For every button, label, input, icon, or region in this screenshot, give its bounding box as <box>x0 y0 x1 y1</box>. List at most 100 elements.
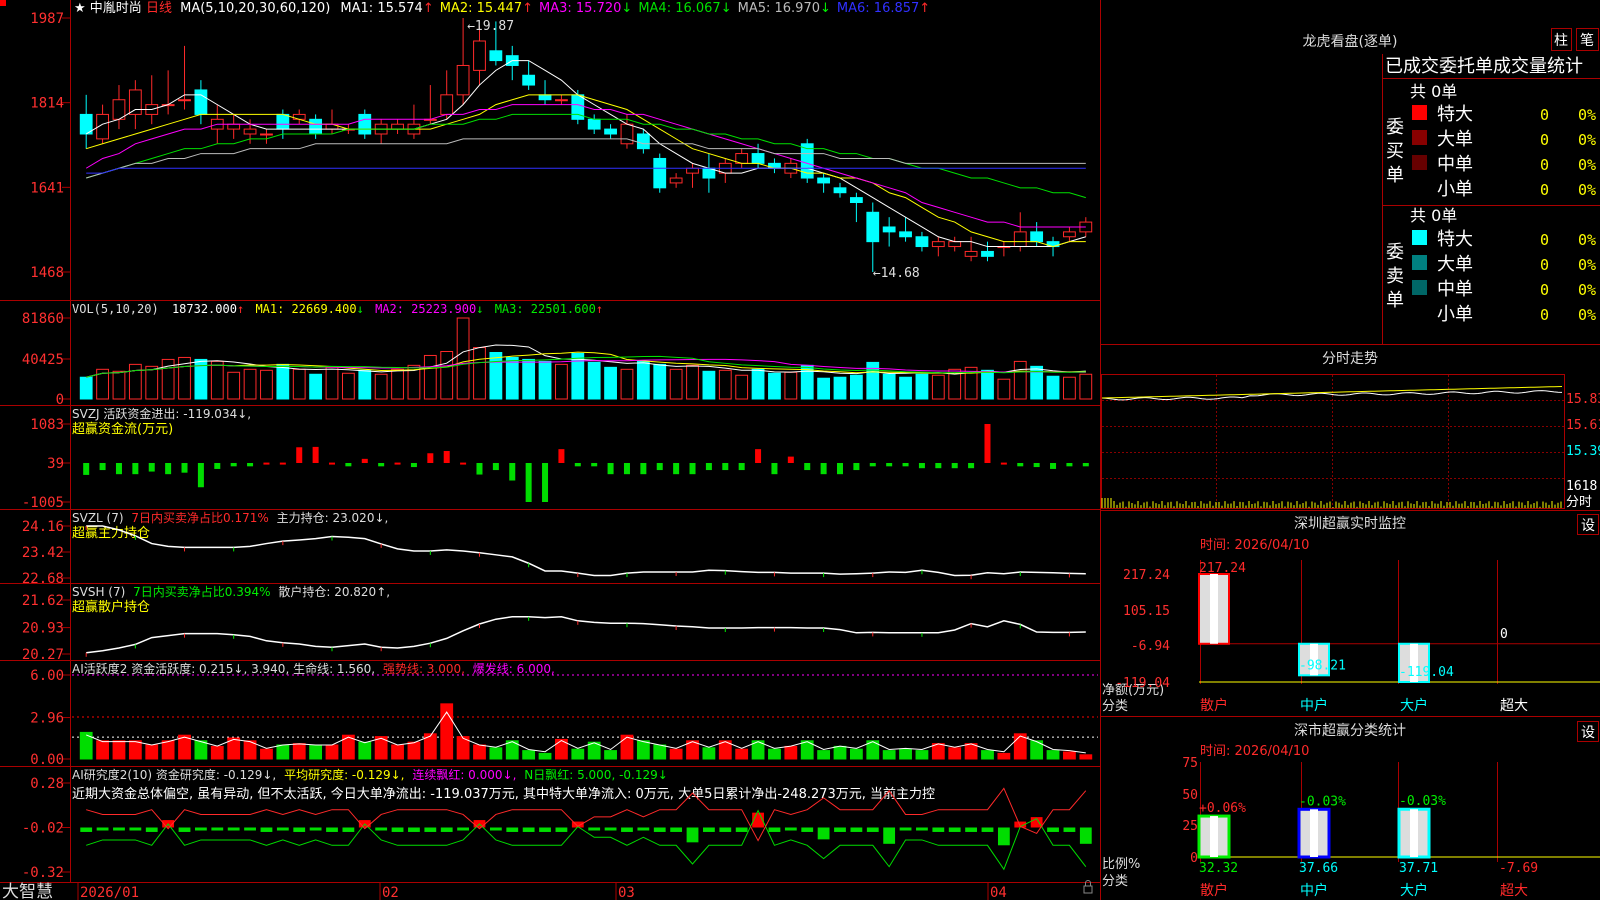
volume-bar <box>931 374 945 400</box>
activity-bar <box>358 741 372 760</box>
volume-bar <box>1063 376 1076 400</box>
candle-body <box>440 94 454 115</box>
fund-flow-bar <box>214 463 221 469</box>
fund-flow-bar <box>312 446 319 463</box>
ai-activity-header: AI活跃度2 资金活跃度: 0.215↓, 3.940, 生命线: 1.560,… <box>72 661 555 676</box>
candle-body <box>751 153 765 164</box>
research-bar <box>260 827 273 832</box>
axis-label: 0.28 <box>30 776 64 792</box>
activity-bar <box>538 752 552 760</box>
star-icon: ★ <box>74 1 86 16</box>
ma3-value: MA3: 15.720 <box>539 1 621 16</box>
activity-bar <box>489 747 503 760</box>
class-axis-label: 50 <box>1182 788 1198 803</box>
candle-body <box>931 241 945 248</box>
activity-bar <box>653 744 667 760</box>
fund-flow-bar <box>591 463 598 467</box>
fund-flow-bar <box>329 462 335 465</box>
research-bar <box>424 827 437 832</box>
research-bar <box>440 827 453 832</box>
monitor-value-label: 217.24 <box>1199 561 1246 576</box>
svg-text:柱: 柱 <box>1554 33 1568 49</box>
sz-class-xlabel: 分类 <box>1102 874 1128 889</box>
volume-bar <box>849 374 863 400</box>
row-pct: 0% <box>1578 131 1596 149</box>
row-pct: 0% <box>1578 256 1596 274</box>
activity-bar <box>981 750 994 760</box>
research-bar <box>375 827 388 831</box>
fund-flow-bar <box>443 451 450 463</box>
row-pct: 0% <box>1578 106 1596 124</box>
activity-bar <box>194 740 208 760</box>
ai-research-header: AI研究度2(10) 资金研究度: -0.129↓, 平均研究度: -0.129… <box>72 767 668 782</box>
stock-chart-window: ★ 中胤时尚 日线 MA(5,10,20,30,60,120) MA1: 15.… <box>0 0 1600 900</box>
row-value: 0 <box>1540 281 1549 299</box>
candle-body <box>243 128 257 135</box>
axis-label: 81860 <box>22 311 64 327</box>
volume-bar <box>1013 360 1027 400</box>
fund-flow-bar <box>738 463 745 471</box>
research-bar <box>227 827 240 831</box>
row-value: 0 <box>1540 306 1549 324</box>
ma5-value: MA5: 16.970 <box>738 1 820 16</box>
monitor-axis-label: -6.94 <box>1131 639 1170 654</box>
volume-bar <box>735 374 749 400</box>
candle-body <box>489 50 503 62</box>
color-swatch <box>1412 255 1427 270</box>
fund-flow-bar <box>197 463 204 488</box>
axis-label: 40425 <box>22 352 64 368</box>
volume-bar <box>456 317 470 400</box>
sz-monitor-time: 时间: 2026/04/10 <box>1200 538 1309 553</box>
intraday-axis-label: 15.83 <box>1566 392 1600 407</box>
activity-bar <box>604 750 617 760</box>
svzl-header: SVZL (7) 7日内买卖净占比0.171% 主力持仓: 23.020↓, <box>72 510 388 525</box>
research-bar <box>408 827 420 832</box>
volume-bar <box>833 376 847 400</box>
research-bar <box>703 827 715 832</box>
sz-monitor-title: 深圳超赢实时监控 <box>1294 515 1406 532</box>
volume-bar <box>391 368 404 400</box>
activity-bar <box>997 752 1011 760</box>
volume-bar <box>620 368 634 400</box>
date-label: 02 <box>382 885 399 900</box>
candle-body <box>1013 231 1027 248</box>
research-bar <box>1079 827 1092 844</box>
research-bar <box>391 827 404 832</box>
research-bar <box>916 827 928 831</box>
fund-flow-bar <box>574 463 581 467</box>
ma2-value: MA2: 15.447 <box>440 1 522 16</box>
fund-flow-bar <box>1017 463 1024 467</box>
ma6-arrow: ↑ <box>919 1 930 16</box>
candle-body <box>260 133 273 136</box>
candle-body <box>358 113 372 135</box>
volume-bar <box>128 363 142 400</box>
research-bar <box>883 827 896 844</box>
activity-bar <box>768 748 781 760</box>
activity-bar <box>309 744 323 760</box>
svzj-label: 超赢资金流(万元) <box>72 421 173 437</box>
candle-body <box>1063 231 1076 238</box>
volume-bar <box>210 360 224 400</box>
monitor-axis-label: 105.15 <box>1123 604 1170 619</box>
fund-flow-bar <box>492 463 499 471</box>
ma-params: MA(5,10,20,30,60,120) <box>180 1 330 16</box>
fund-flow-bar <box>771 463 778 475</box>
candle-body <box>915 236 929 248</box>
volume-bar <box>325 366 339 400</box>
volume-bar <box>784 371 798 400</box>
color-swatch <box>1412 230 1427 245</box>
volume-bar <box>79 376 93 400</box>
candle-body <box>882 226 896 233</box>
candle-body <box>555 99 568 102</box>
fund-flow-bar <box>935 463 942 469</box>
color-swatch <box>1412 130 1427 145</box>
class-value-label: 37.66 <box>1299 861 1338 876</box>
category-label: 超大 <box>1500 698 1528 714</box>
research-bar <box>932 827 945 832</box>
fund-flow-bar <box>525 463 532 502</box>
svg-text:设: 设 <box>1581 518 1595 534</box>
svsh-header: SVSH (7) 7日内买卖净占比0.394% 散户持仓: 20.820↑, <box>72 584 390 599</box>
volume-bar <box>374 373 388 400</box>
class-value-label: 37.71 <box>1399 861 1438 876</box>
fund-flow-bar <box>1000 462 1007 465</box>
